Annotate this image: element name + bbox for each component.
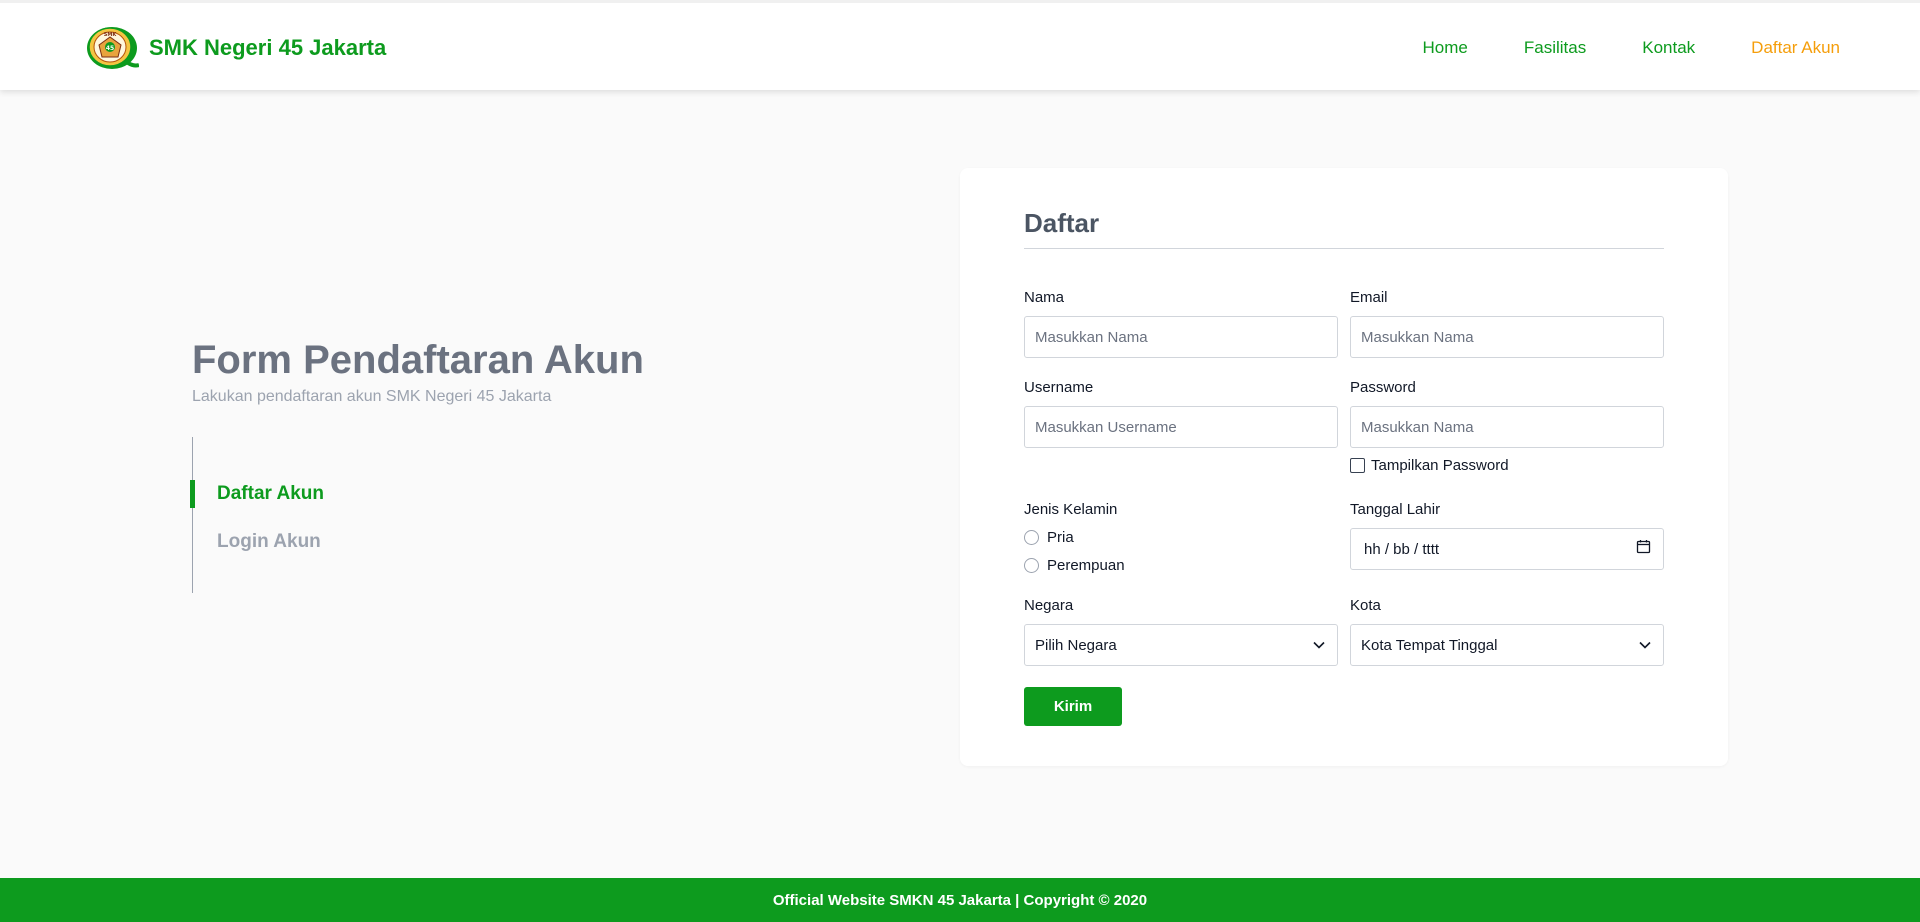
nama-label: Nama bbox=[1024, 289, 1065, 306]
city-select[interactable]: Kota Tempat Tinggal bbox=[1350, 624, 1664, 666]
email-input[interactable] bbox=[1350, 316, 1664, 358]
gender-option-perempuan[interactable]: Perempuan bbox=[1024, 557, 1125, 574]
main-nav: Home Fasilitas Kontak Daftar Akun bbox=[1423, 3, 1840, 93]
username-input[interactable] bbox=[1024, 406, 1338, 448]
form-title: Daftar bbox=[1024, 208, 1100, 238]
birthdate-input[interactable]: hh / bb / tttt bbox=[1350, 528, 1664, 570]
country-selected: Pilih Negara bbox=[1035, 636, 1117, 654]
password-input[interactable] bbox=[1350, 406, 1664, 448]
gender-option-pria[interactable]: Pria bbox=[1024, 529, 1074, 546]
brand-link[interactable]: 45 SMK SMK Negeri 45 Jakarta bbox=[85, 23, 386, 73]
password-label: Password bbox=[1350, 379, 1416, 396]
show-password-label: Tampilkan Password bbox=[1371, 457, 1509, 474]
page-title: Form Pendaftaran Akun bbox=[192, 338, 644, 382]
gender-option-label: Perempuan bbox=[1047, 557, 1125, 574]
email-label: Email bbox=[1350, 289, 1388, 306]
side-menu: Daftar Akun Login Akun bbox=[190, 437, 442, 593]
svg-text:SMK: SMK bbox=[104, 32, 118, 38]
gender-label: Jenis Kelamin bbox=[1024, 501, 1118, 518]
city-selected: Kota Tempat Tinggal bbox=[1361, 636, 1498, 654]
top-navbar: 45 SMK SMK Negeri 45 Jakarta Home Fasili… bbox=[0, 0, 1920, 90]
nav-kontak[interactable]: Kontak bbox=[1642, 38, 1695, 58]
gender-radio-perempuan[interactable] bbox=[1024, 558, 1039, 573]
chevron-down-icon bbox=[1639, 636, 1651, 654]
nama-input[interactable] bbox=[1024, 316, 1338, 358]
side-menu-login-akun[interactable]: Login Akun bbox=[193, 528, 321, 556]
school-emblem-icon: 45 SMK bbox=[85, 25, 140, 71]
show-password-toggle[interactable]: Tampilkan Password bbox=[1350, 457, 1509, 474]
country-label: Negara bbox=[1024, 597, 1074, 614]
username-label: Username bbox=[1024, 379, 1094, 396]
city-label: Kota bbox=[1350, 597, 1381, 614]
country-select[interactable]: Pilih Negara bbox=[1024, 624, 1338, 666]
nav-daftar-akun[interactable]: Daftar Akun bbox=[1751, 38, 1840, 58]
submit-button[interactable]: Kirim bbox=[1024, 687, 1122, 726]
birthdate-label: Tanggal Lahir bbox=[1350, 501, 1441, 518]
birthdate-placeholder: hh / bb / tttt bbox=[1364, 540, 1440, 558]
gender-option-label: Pria bbox=[1047, 529, 1074, 546]
svg-text:45: 45 bbox=[106, 45, 114, 52]
show-password-checkbox[interactable] bbox=[1350, 458, 1365, 473]
brand-name: SMK Negeri 45 Jakarta bbox=[149, 35, 387, 60]
chevron-down-icon bbox=[1313, 636, 1325, 654]
nav-home[interactable]: Home bbox=[1423, 38, 1468, 58]
side-menu-daftar-akun[interactable]: Daftar Akun bbox=[190, 480, 324, 508]
footer: Official Website SMKN 45 Jakarta | Copyr… bbox=[0, 878, 1920, 922]
page-subtitle: Lakukan pendaftaran akun SMK Negeri 45 J… bbox=[192, 388, 552, 405]
registration-card: Daftar Nama Email Username Password Tamp… bbox=[960, 168, 1728, 766]
form-divider bbox=[1024, 248, 1664, 249]
footer-copyright: Official Website SMKN 45 Jakarta | Copyr… bbox=[772, 891, 1148, 909]
calendar-icon[interactable] bbox=[1636, 539, 1651, 559]
nav-fasilitas[interactable]: Fasilitas bbox=[1524, 38, 1586, 58]
gender-radio-pria[interactable] bbox=[1024, 530, 1039, 545]
